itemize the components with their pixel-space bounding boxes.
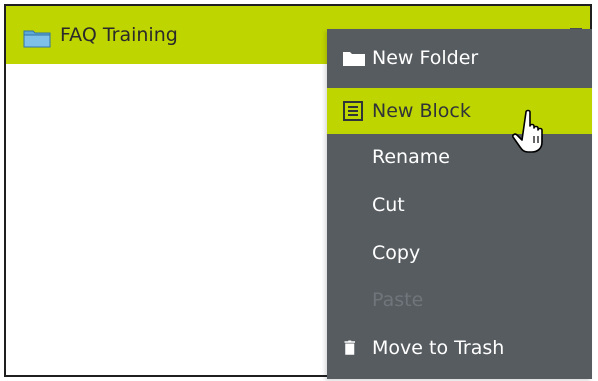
context-menu: New Folder New Block Rename Cut Copy Pas… xyxy=(327,29,592,379)
menu-item-cut[interactable]: Cut xyxy=(327,182,592,228)
list-icon xyxy=(343,101,363,121)
folder-icon xyxy=(23,30,51,48)
menu-item-copy[interactable]: Copy xyxy=(327,230,592,276)
folder-title: FAQ Training xyxy=(60,24,178,46)
menu-item-paste: Paste xyxy=(372,289,424,311)
menu-item-rename[interactable]: Rename xyxy=(327,134,592,180)
folder-icon xyxy=(343,52,365,66)
menu-item-move-to-trash[interactable]: Move to Trash xyxy=(327,325,592,371)
hand-pointer-icon xyxy=(512,109,543,153)
menu-item-new-folder[interactable]: New Folder xyxy=(327,35,592,81)
trash-icon xyxy=(344,340,355,355)
menu-item-new-block[interactable]: New Block xyxy=(327,88,592,134)
